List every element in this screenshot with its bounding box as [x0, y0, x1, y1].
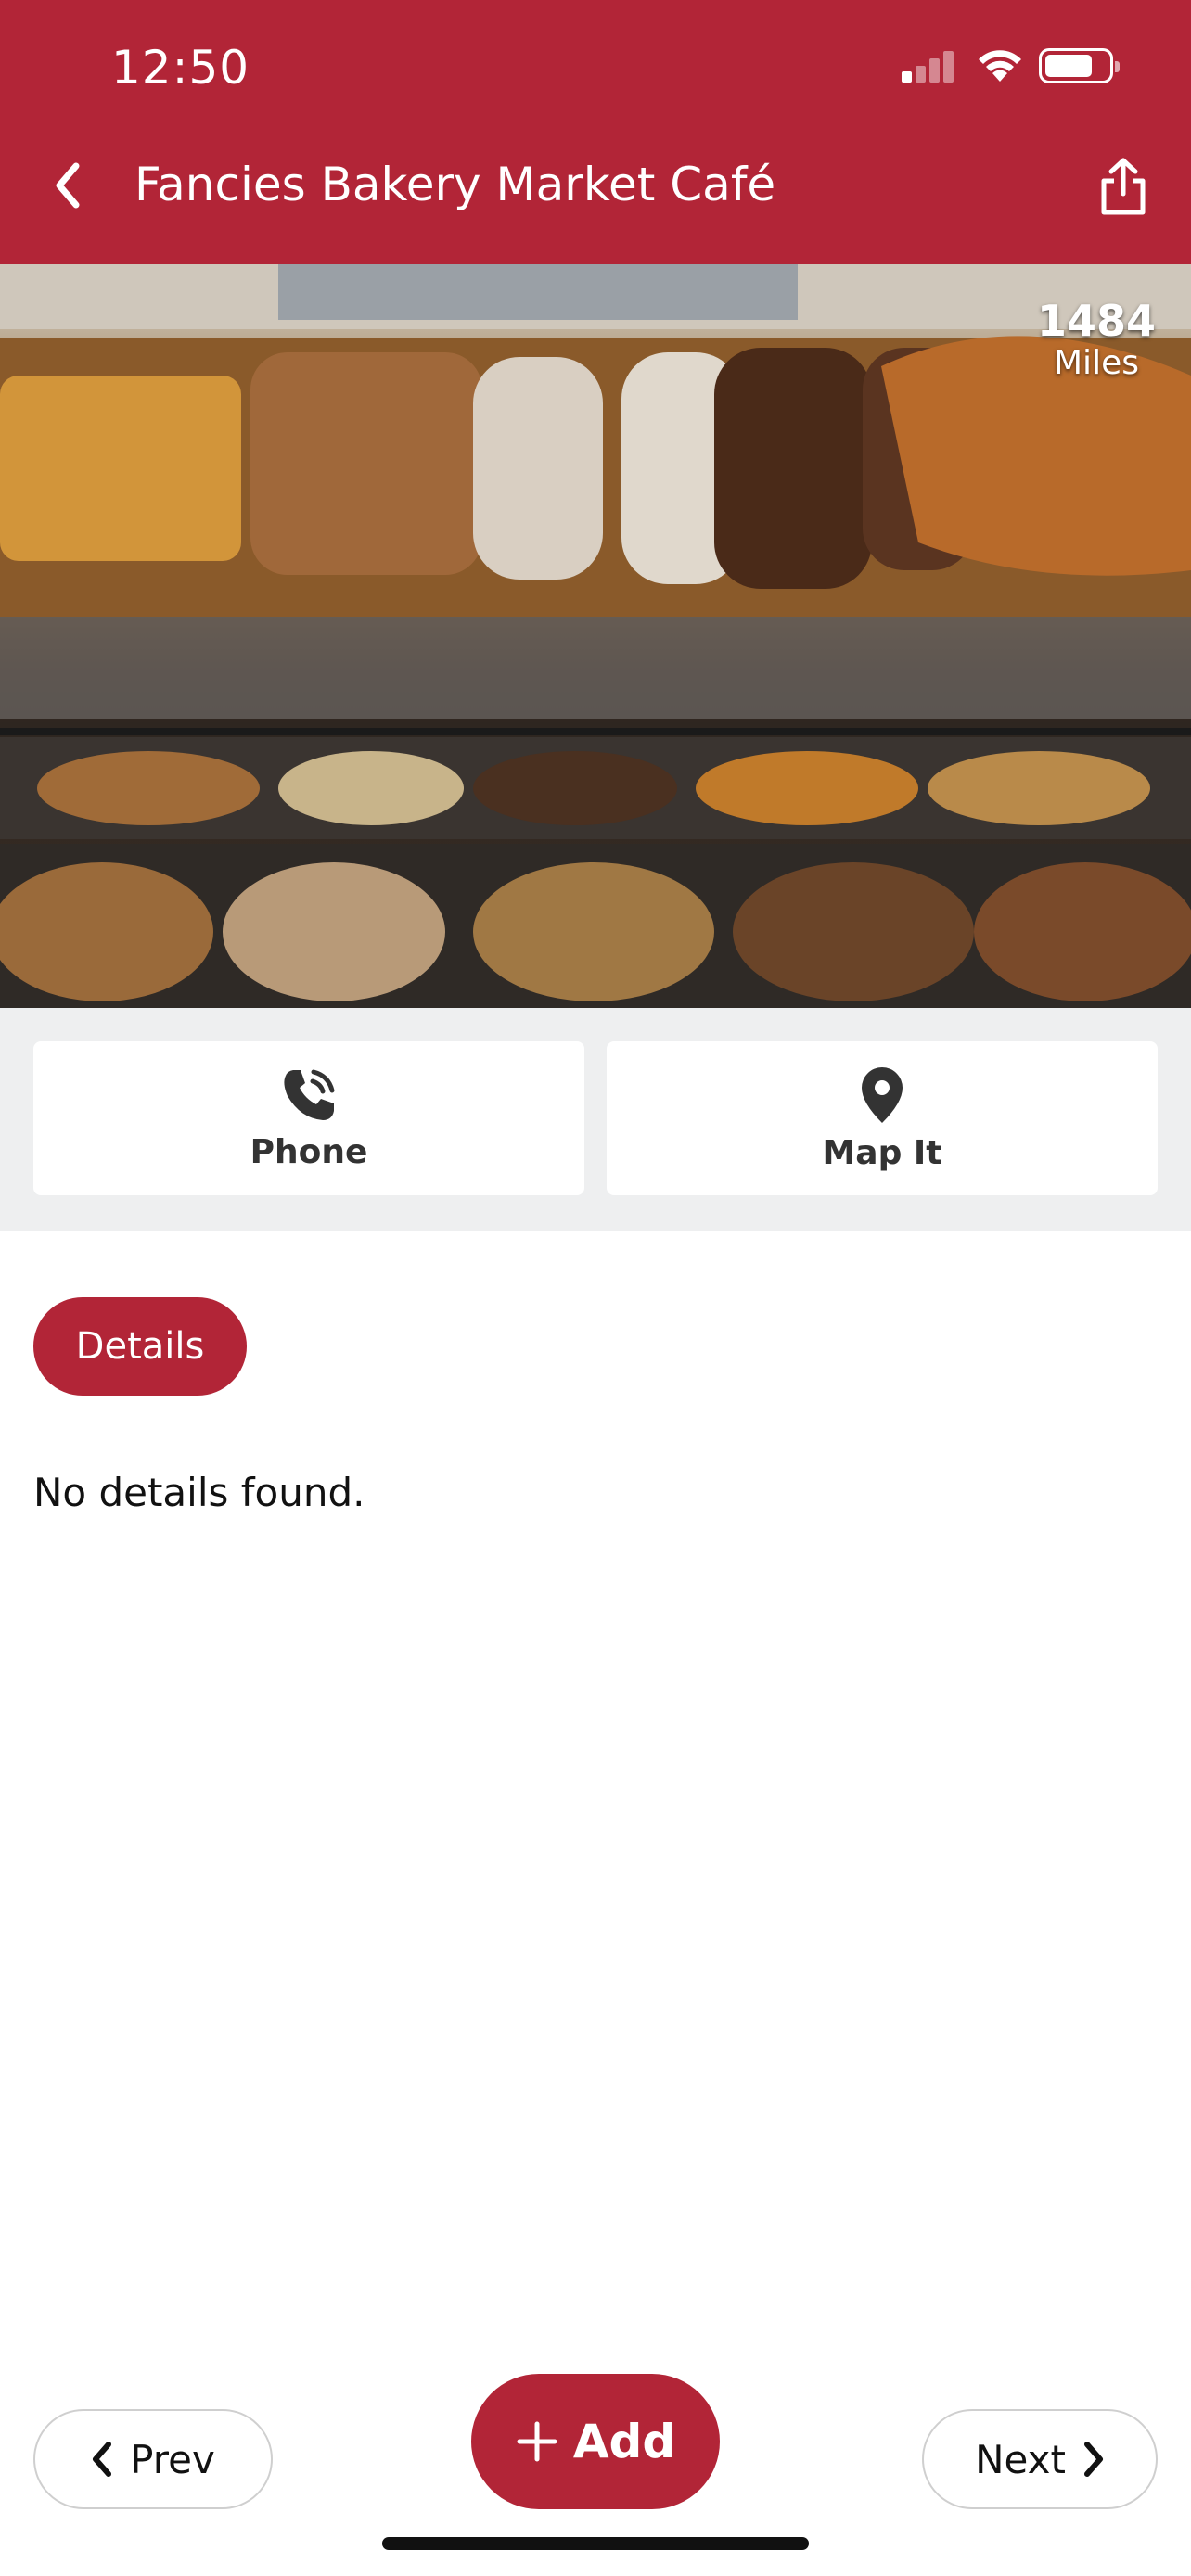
chevron-right-icon: [1083, 2442, 1103, 2477]
phone-button[interactable]: Phone: [33, 1041, 584, 1195]
add-button[interactable]: Add: [471, 2374, 720, 2509]
chevron-left-icon: [56, 162, 80, 209]
hero-image: 1484 Miles: [0, 264, 1191, 1008]
status-time: 12:50: [111, 41, 250, 95]
wifi-icon: [976, 46, 1024, 87]
chevron-left-icon: [93, 2442, 112, 2477]
prev-button[interactable]: Prev: [33, 2409, 273, 2509]
plus-icon: [517, 2421, 557, 2462]
map-pin-icon: [862, 1066, 903, 1123]
share-icon: [1101, 158, 1146, 215]
signal-icon: [902, 51, 955, 83]
back-button[interactable]: [45, 158, 91, 213]
action-bar: Phone Map It: [0, 1008, 1191, 1231]
prev-label: Prev: [130, 2436, 215, 2482]
empty-details-message: No details found.: [33, 1470, 365, 1515]
pastry-photo: [0, 264, 1191, 1008]
home-indicator: [382, 2537, 809, 2550]
add-label: Add: [572, 2415, 676, 2468]
page-title: Fancies Bakery Market Café: [134, 158, 776, 211]
app-header: 12:50 Fancies Bakery Market Café: [0, 0, 1191, 264]
phone-icon: [284, 1069, 335, 1120]
map-it-label: Map It: [822, 1133, 942, 1172]
distance-unit: Miles: [1054, 343, 1139, 382]
distance-value: 1484: [1036, 296, 1156, 346]
next-label: Next: [975, 2436, 1066, 2482]
phone-label: Phone: [250, 1132, 368, 1171]
distance-badge: 1484 Miles: [1037, 298, 1156, 381]
share-button[interactable]: [1095, 154, 1152, 219]
map-it-button[interactable]: Map It: [607, 1041, 1158, 1195]
next-button[interactable]: Next: [922, 2409, 1158, 2509]
details-tab[interactable]: Details: [33, 1297, 247, 1396]
battery-icon: [1039, 48, 1120, 83]
